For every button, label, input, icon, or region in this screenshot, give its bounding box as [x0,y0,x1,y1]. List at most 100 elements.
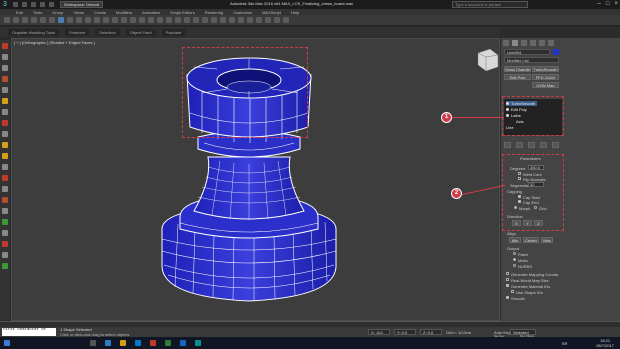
flip-normals-checkbox[interactable] [518,177,521,180]
scale-icon[interactable] [112,17,118,23]
y-coordinate-field[interactable]: Y: 0.0 [394,329,416,335]
undo-icon[interactable] [40,2,45,7]
pivot-center-icon[interactable] [130,17,136,23]
language-indicator[interactable]: BR [562,341,568,346]
ribbon-tab-selection[interactable]: Selection [95,28,120,36]
weld-core-checkbox[interactable] [518,172,521,175]
rotate-icon[interactable] [103,17,109,23]
move-icon[interactable] [94,17,100,23]
modify-tab-icon[interactable] [512,40,518,46]
layer-explorer-icon[interactable] [220,17,226,23]
align-min-button[interactable]: Min [509,237,521,243]
task-view-icon[interactable] [90,340,96,346]
reference-coord-icon[interactable] [121,17,127,23]
segments-spinner[interactable]: 32 [528,182,544,187]
windows-start-icon[interactable] [4,340,10,346]
helper-icon[interactable] [2,87,8,93]
bulb-icon[interactable] [506,114,509,117]
gen-mapping-checkbox[interactable] [506,272,509,275]
particle-icon[interactable] [2,120,8,126]
hierarchy-tab-icon[interactable] [521,40,527,46]
stack-item-turbosmooth[interactable]: TurboSmooth [506,101,538,106]
make-unique-icon[interactable] [528,142,535,148]
mesh-radio[interactable] [513,258,516,261]
rectangle-selection-icon[interactable] [76,17,82,23]
create-box-icon[interactable] [2,76,8,82]
layer-icon[interactable] [2,65,8,71]
turbosmooth-button[interactable]: TurboSmooth [532,66,559,72]
modifier-list-dropdown[interactable]: Modifier List [504,57,559,63]
bulb-icon[interactable] [506,102,509,105]
menu-graph-editors[interactable]: Graph Editors [170,10,195,15]
stack-item-lathe[interactable]: Lathe [506,113,521,118]
cap-end-checkbox[interactable] [518,200,521,203]
angle-snap-icon[interactable] [166,17,172,23]
system-clock[interactable]: 18:21 28/7/2017 [596,338,614,348]
ffd-button[interactable]: FFD 2x2x2 [532,74,559,80]
parameters-title[interactable]: Parameters [520,156,541,161]
light-icon[interactable] [2,98,8,104]
render-icon[interactable] [283,17,289,23]
menu-help[interactable]: Help [291,10,299,15]
direction-x-button[interactable]: X [512,220,521,226]
menu-customize[interactable]: Customize [233,10,252,15]
close-button[interactable]: × [614,0,618,8]
edge-icon[interactable] [105,340,111,346]
z-coordinate-field[interactable]: Z: 0.0 [420,329,442,335]
minimize-button[interactable]: – [598,0,601,8]
edit-poly-button[interactable]: Edit Poly [504,74,531,80]
utilities-tab-icon[interactable] [548,40,554,46]
excel-icon[interactable] [165,340,171,346]
configure-sets-icon[interactable] [552,142,559,148]
tree-icon[interactable] [2,263,8,269]
unlink-icon[interactable] [31,17,37,23]
rendered-frame-icon[interactable] [274,17,280,23]
align-max-button[interactable]: Max [541,237,553,243]
new-file-icon[interactable] [13,2,18,7]
viewport-orthographic[interactable]: [ + ] [Orthographic ] [Shaded + Edged Fa… [11,38,500,321]
chess-rook-mesh[interactable] [12,39,500,321]
object-color-swatch[interactable] [553,49,559,55]
redo-icon[interactable] [49,2,54,7]
spinner-snap-icon[interactable] [184,17,190,23]
motion-tab-icon[interactable] [530,40,536,46]
smooth-checkbox[interactable] [506,296,509,299]
shape-icon[interactable] [2,131,8,137]
spacewarp-icon[interactable] [2,175,8,181]
x-coordinate-field[interactable]: X: -8.0 [368,329,390,335]
ribbon-tab-graphite[interactable]: Graphite Modeling Tools [8,28,60,36]
nurbs-radio[interactable] [513,264,516,267]
degrees-spinner[interactable]: 360.0 [528,165,544,170]
morph-radio[interactable] [514,206,517,209]
use-shape-ids-checkbox[interactable] [511,290,514,293]
menu-rendering[interactable]: Rendering [205,10,223,15]
ribbon-toggle-icon[interactable] [229,17,235,23]
menu-create[interactable]: Create [94,10,106,15]
save-file-icon[interactable] [31,2,36,7]
utilities-icon[interactable] [2,252,8,258]
align-center-button[interactable]: Center [523,237,539,243]
show-end-result-icon[interactable] [516,142,523,148]
patch-radio[interactable] [513,252,516,255]
select-tool-icon[interactable] [2,43,8,49]
explorer-icon[interactable] [120,340,126,346]
percent-snap-icon[interactable] [175,17,181,23]
object-name-field[interactable]: Line004 [504,49,550,55]
manipulate-icon[interactable] [139,17,145,23]
pin-stack-icon[interactable] [504,142,511,148]
curve-editor-icon[interactable] [238,17,244,23]
menu-views[interactable]: Views [73,10,84,15]
bone-icon[interactable] [2,153,8,159]
maxscript-listener-input[interactable]: first character of [2,328,56,336]
workspace-dropdown[interactable]: Workspace: Default [60,1,103,8]
ribbon-tab-object-paint[interactable]: Object Paint [125,28,156,36]
maximize-button[interactable]: □ [606,0,610,8]
bulb-icon[interactable] [506,108,509,111]
snaps-toggle-icon[interactable] [157,17,163,23]
real-world-checkbox[interactable] [506,278,509,281]
gen-mat-ids-checkbox[interactable] [506,284,509,287]
sun-icon[interactable] [2,142,8,148]
stack-item-axis[interactable]: Axis [516,119,524,124]
menu-animation[interactable]: Animation [142,10,160,15]
cap-start-checkbox[interactable] [518,195,521,198]
